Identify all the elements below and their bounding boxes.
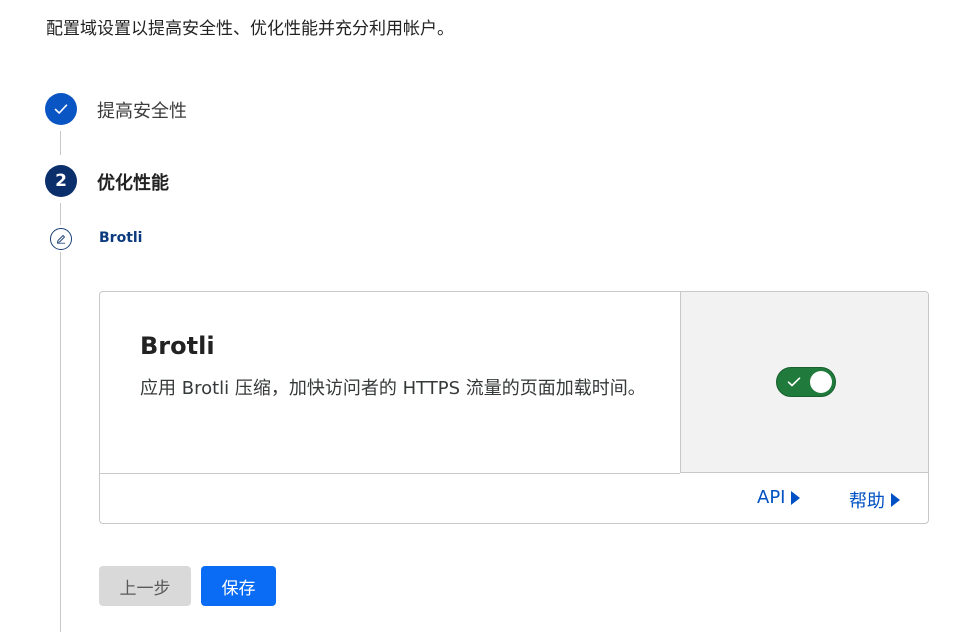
step-done-indicator xyxy=(45,93,77,125)
step-label-security[interactable]: 提高安全性 xyxy=(97,97,187,123)
api-link[interactable]: API xyxy=(757,487,801,508)
caret-right-icon xyxy=(891,493,900,507)
brotli-setting-card: Brotli 应用 Brotli 压缩，加快访问者的 HTTPS 流量的页面加载… xyxy=(99,291,929,524)
timeline-connector xyxy=(60,203,61,225)
toggle-knob xyxy=(810,371,832,393)
card-title: Brotli xyxy=(140,332,215,360)
step-current-indicator: 2 xyxy=(45,165,77,197)
substep-label: Brotli xyxy=(99,230,143,246)
save-button[interactable]: 保存 xyxy=(201,566,276,606)
check-icon xyxy=(54,104,68,114)
pencil-icon xyxy=(57,235,65,244)
caret-right-icon xyxy=(791,490,801,505)
previous-button[interactable]: 上一步 xyxy=(99,566,191,606)
help-link[interactable]: 帮助 xyxy=(849,487,900,513)
card-footer: API 帮助 xyxy=(100,473,928,523)
card-control-panel xyxy=(680,292,928,473)
onboarding-page: 配置域设置以提高安全性、优化性能并充分利用帐户。 提高安全性 2 优化性能 Br… xyxy=(0,0,973,632)
help-link-label: 帮助 xyxy=(849,491,885,512)
timeline-connector xyxy=(60,131,61,155)
card-description: 应用 Brotli 压缩，加快访问者的 HTTPS 流量的页面加载时间。 xyxy=(140,378,646,399)
intro-text: 配置域设置以提高安全性、优化性能并充分利用帐户。 xyxy=(46,19,454,39)
card-body: Brotli 应用 Brotli 压缩，加快访问者的 HTTPS 流量的页面加载… xyxy=(100,292,680,474)
api-link-label: API xyxy=(757,487,786,508)
brotli-toggle[interactable] xyxy=(776,367,836,397)
step-label-performance: 优化性能 xyxy=(97,173,169,194)
timeline-connector xyxy=(60,252,61,632)
substep-indicator xyxy=(50,228,72,250)
check-icon xyxy=(787,377,801,387)
